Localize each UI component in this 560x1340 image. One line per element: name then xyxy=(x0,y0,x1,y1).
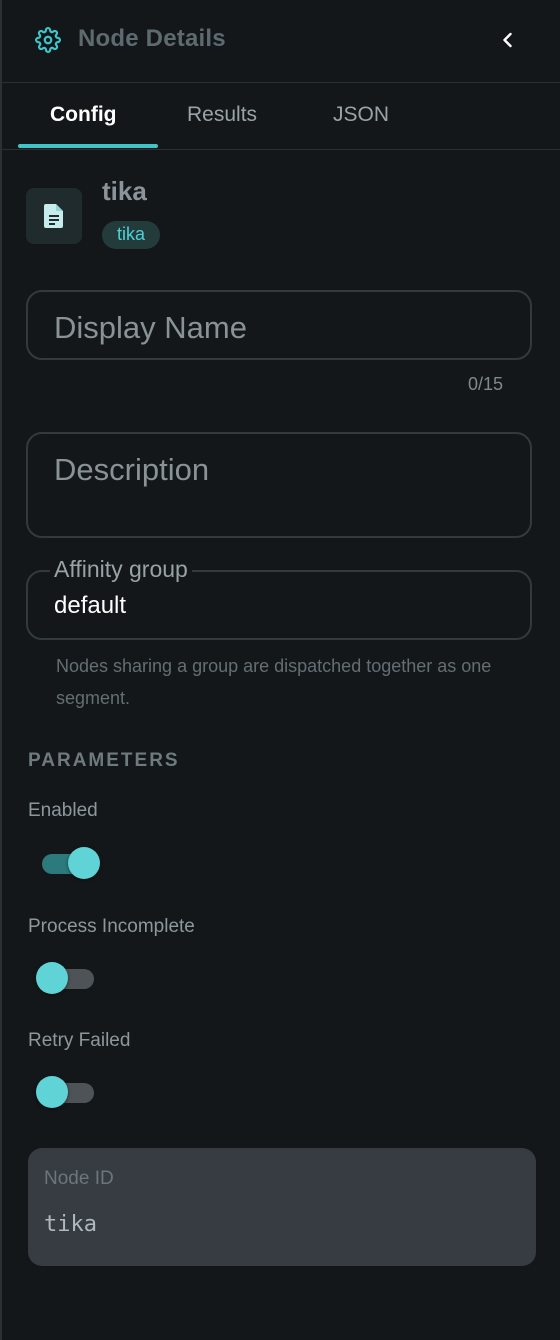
description-placeholder: Description xyxy=(54,452,210,487)
node-id-value: tika xyxy=(44,1212,97,1237)
active-tab-indicator xyxy=(18,144,158,148)
toggle-knob xyxy=(68,847,100,879)
node-name: tika xyxy=(102,176,147,206)
chevron-left-icon[interactable] xyxy=(496,28,520,52)
retry-failed-toggle[interactable] xyxy=(36,1075,100,1109)
node-id-box: Node ID tika xyxy=(28,1148,536,1266)
tab-bar: Config Results JSON xyxy=(2,83,560,150)
enabled-toggle[interactable] xyxy=(36,846,100,880)
display-name-counter: 0/15 xyxy=(468,374,504,394)
display-name-field[interactable]: Display Name xyxy=(26,290,532,360)
tab-config[interactable]: Config xyxy=(50,103,116,127)
param-label-process-incomplete: Process Incomplete xyxy=(28,916,195,937)
toggle-knob xyxy=(36,962,68,994)
toggle-knob xyxy=(36,1076,68,1108)
affinity-group-field[interactable]: Affinity group default xyxy=(26,556,532,640)
panel-header: Node Details xyxy=(2,0,560,83)
param-label-retry-failed: Retry Failed xyxy=(28,1030,131,1051)
display-name-placeholder: Display Name xyxy=(54,310,247,345)
param-label-enabled: Enabled xyxy=(28,800,98,821)
node-icon-tile xyxy=(26,188,82,244)
tab-results[interactable]: Results xyxy=(187,103,257,127)
node-id-label: Node ID xyxy=(44,1168,114,1189)
process-incomplete-toggle[interactable] xyxy=(36,961,100,995)
document-icon xyxy=(44,204,63,228)
parameters-heading: PARAMETERS xyxy=(28,750,180,771)
gear-icon xyxy=(35,27,61,53)
node-details-panel: Node Details Config Results JSON tika ti… xyxy=(0,0,560,1340)
panel-title: Node Details xyxy=(78,25,226,52)
description-field[interactable]: Description xyxy=(26,432,532,538)
affinity-group-value: default xyxy=(54,592,127,619)
tab-json[interactable]: JSON xyxy=(333,103,389,127)
affinity-group-label: Affinity group xyxy=(50,556,192,583)
affinity-group-hint: Nodes sharing a group are dispatched tog… xyxy=(56,656,492,708)
node-type-badge: tika xyxy=(102,221,161,249)
